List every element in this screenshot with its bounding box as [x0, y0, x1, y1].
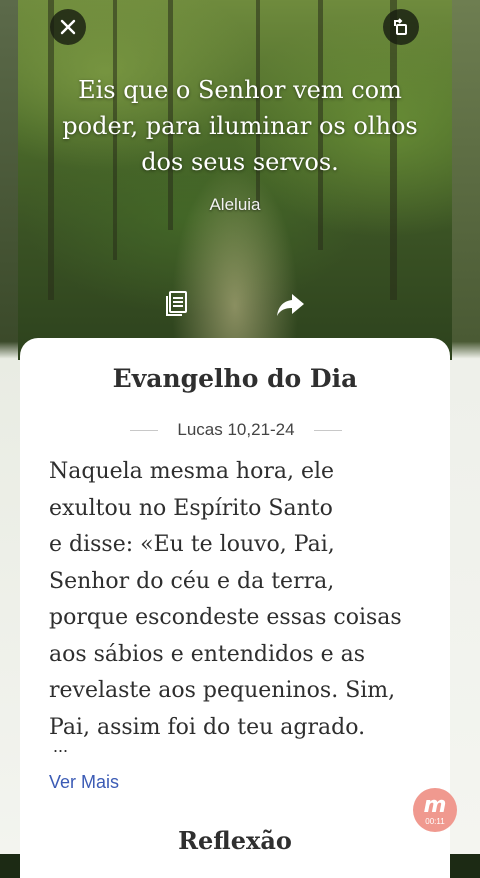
right-edge: [450, 0, 480, 854]
gospel-line: Naquela mesma hora, ele: [49, 459, 335, 484]
quote-line: poder, para iluminar os olhos: [62, 112, 418, 140]
gospel-reference: Lucas 10,21-24: [177, 420, 295, 439]
reflection-title: Reflexão: [178, 826, 292, 855]
share-button[interactable]: [274, 288, 306, 320]
antiphon-quote: Eis que o Senhor vem com poder, para ilu…: [40, 72, 440, 180]
reading-icon: [166, 291, 187, 316]
gospel-line: Senhor do céu e da terra,: [49, 568, 335, 594]
close-button[interactable]: [50, 9, 86, 45]
share-icon: [277, 294, 304, 316]
rotate-icon: [394, 18, 407, 35]
screen-recorder-badge[interactable]: m 00:11: [413, 788, 457, 832]
gospel-title: Evangelho do Dia: [112, 364, 358, 393]
gospel-line: Pai, assim foi do teu agrado.: [49, 714, 366, 740]
reference-row: Lucas 10,21-24: [130, 419, 342, 441]
quote-line: Eis que o Senhor vem com: [78, 76, 402, 104]
text-ellipsis: ...: [53, 736, 69, 756]
acclamation-label: Aleluia: [209, 195, 261, 214]
recorder-logo: m: [423, 792, 447, 818]
close-icon: [60, 19, 76, 35]
recorder-time: 00:11: [425, 816, 445, 826]
hero-image: [18, 0, 452, 360]
gospel-line: porque escondeste essas coisas: [49, 605, 402, 630]
left-edge: [0, 0, 20, 854]
quote-line: dos seus servos.: [141, 148, 339, 176]
reading-button[interactable]: [161, 288, 193, 320]
see-more-link[interactable]: Ver Mais: [49, 772, 119, 793]
rotate-button[interactable]: [383, 9, 419, 45]
gospel-line: aos sábios e entendidos e as: [49, 641, 366, 667]
gospel-text: Naquela mesma hora, ele exultou no Espír…: [49, 454, 429, 746]
divider-line: [313, 429, 342, 431]
divider-line: [130, 429, 158, 431]
gospel-line: e disse: «Eu te louvo, Pai,: [49, 532, 335, 557]
gospel-line: revelaste aos pequeninos. Sim,: [49, 678, 396, 703]
gospel-line: exultou no Espírito Santo: [49, 495, 333, 521]
